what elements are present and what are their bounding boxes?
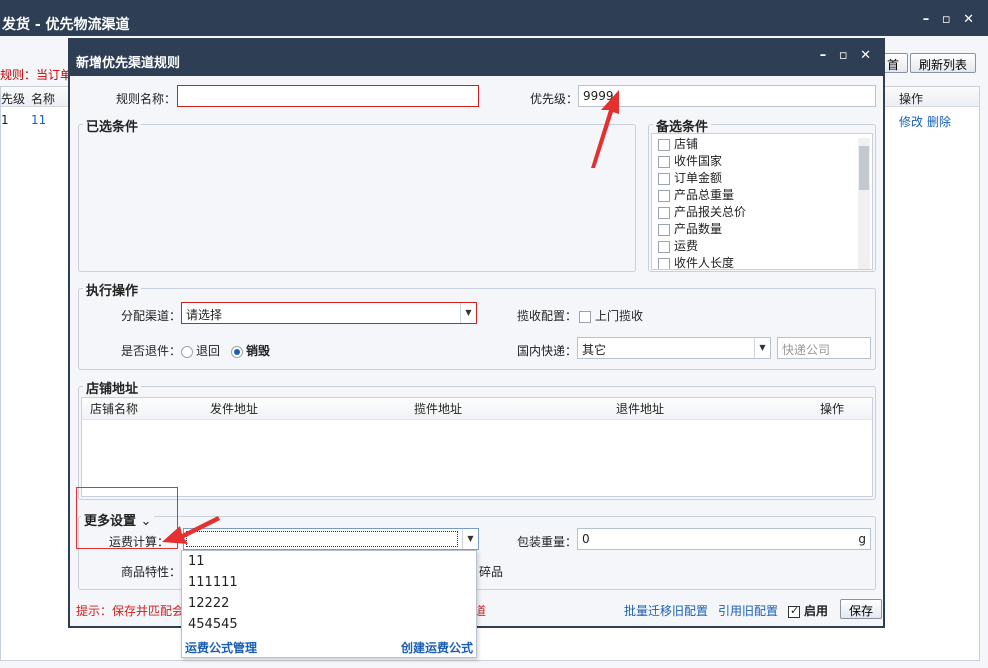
refresh-list-button[interactable]: 刷新列表 <box>910 53 977 73</box>
scrollbar-thumb[interactable] <box>859 146 869 190</box>
return-label: 是否退件： <box>121 344 182 358</box>
freight-formula-manage-link[interactable]: 运费公式管理 <box>185 639 257 656</box>
row-priority: 1 <box>1 113 9 127</box>
execute-title: 执行操作 <box>83 280 142 299</box>
enable-checkbox[interactable] <box>788 604 800 618</box>
rule-name-label: 规则名称： <box>116 92 177 106</box>
reference-old-config-link[interactable]: 引用旧配置 <box>718 602 778 619</box>
dialog-window-controls[interactable]: – ▫ ✕ <box>820 48 875 63</box>
add-rule-dialog: 新增优先渠道规则 – ▫ ✕ 规则名称： 优先级： 9999 已选条件 备选条件… <box>68 38 885 628</box>
enable-toggle[interactable]: 启用 <box>788 602 828 619</box>
create-freight-formula-link[interactable]: 创建运费公式 <box>401 639 473 656</box>
condition-quantity[interactable]: 产品数量 <box>652 221 872 238</box>
candidate-conditions-panel: 备选条件 店铺 收件国家 订单金额 产品总重量 产品报关总价 产品数量 运费 收… <box>648 116 876 272</box>
condition-checkbox[interactable] <box>658 155 670 168</box>
chevron-down-icon: ▼ <box>462 529 478 549</box>
batch-migrate-link[interactable]: 批量迁移旧配置 <box>624 602 708 619</box>
condition-store[interactable]: 店铺 <box>652 136 872 153</box>
condition-checkbox[interactable] <box>658 223 670 236</box>
condition-checkbox[interactable] <box>658 240 670 253</box>
freight-option[interactable]: 454545 <box>182 614 476 635</box>
selected-conditions-title: 已选条件 <box>83 116 142 135</box>
channel-label: 分配渠道： <box>121 309 182 323</box>
condition-total-weight[interactable]: 产品总重量 <box>652 187 872 204</box>
pickup-label: 揽收配置： <box>517 309 578 323</box>
return-option-destroy[interactable]: 销毁 <box>231 342 270 359</box>
return-radio[interactable] <box>181 345 193 358</box>
condition-checkbox[interactable] <box>658 206 670 219</box>
destroy-radio[interactable] <box>231 345 243 358</box>
condition-recipient-length[interactable]: 收件人长度 <box>652 255 872 269</box>
row-name-link[interactable]: 11 <box>31 113 46 127</box>
pickup-checkbox[interactable] <box>579 310 591 323</box>
footer-tip: 提示：保存并匹配会 <box>76 604 185 618</box>
priority-input[interactable]: 9999 <box>578 85 876 107</box>
product-feature-label: 商品特性： <box>121 565 182 579</box>
dialog-titlebar: 新增优先渠道规则 – ▫ ✕ <box>70 40 883 76</box>
freight-option[interactable]: 11 <box>182 551 476 572</box>
condition-order-amount[interactable]: 订单金额 <box>652 170 872 187</box>
package-weight-label: 包装重量： <box>517 535 578 549</box>
condition-declared-value[interactable]: 产品报关总价 <box>652 204 872 221</box>
outer-window-title: 发货 - 优先物流渠道 <box>2 17 130 33</box>
package-weight-input[interactable]: 0 g <box>577 528 871 550</box>
outer-rule-text: 规则：当订单 <box>0 68 73 82</box>
conditions-scrollbar[interactable] <box>858 138 870 269</box>
condition-freight[interactable]: 运费 <box>652 238 872 255</box>
rule-name-input[interactable] <box>177 85 479 107</box>
outer-titlebar: 发货 - 优先物流渠道 – ▫ ✕ <box>0 0 988 36</box>
candidate-conditions-list: 店铺 收件国家 订单金额 产品总重量 产品报关总价 产品数量 运费 收件人长度 <box>651 133 873 270</box>
col-pickup-address: 揽件地址 <box>414 402 463 416</box>
chevron-down-icon: ▼ <box>460 303 476 323</box>
condition-checkbox[interactable] <box>658 138 670 151</box>
return-option-back[interactable]: 退回 <box>181 342 220 359</box>
condition-checkbox[interactable] <box>658 189 670 202</box>
annotation-highlight-box <box>76 487 178 549</box>
freight-option[interactable]: 12222 <box>182 593 476 614</box>
col-store-name: 店铺名称 <box>90 402 139 416</box>
freight-focus-ring <box>186 531 458 547</box>
domestic-courier-select[interactable]: 其它 ▼ <box>577 337 771 359</box>
store-address-header: 店铺名称 发件地址 揽件地址 退件地址 操作 <box>82 398 872 420</box>
freight-options-dropdown: 11 111111 12222 454545 运费公式管理 创建运费公式 <box>181 550 477 658</box>
freight-calc-select[interactable]: ▼ <box>183 528 479 550</box>
header-actions: 操作 <box>899 92 924 106</box>
condition-country[interactable]: 收件国家 <box>652 153 872 170</box>
col-return-address: 退件地址 <box>616 402 665 416</box>
row-edit-link[interactable]: 修改 <box>899 113 923 130</box>
col-send-address: 发件地址 <box>210 402 259 416</box>
condition-checkbox[interactable] <box>658 172 670 185</box>
freight-dropdown-footer: 运费公式管理 创建运费公式 <box>182 637 476 657</box>
selected-conditions-panel: 已选条件 <box>78 116 636 272</box>
weight-unit: g <box>858 532 866 546</box>
store-address-table: 店铺名称 发件地址 揽件地址 退件地址 操作 <box>81 397 873 497</box>
product-feature-fragile: 碎品 <box>479 565 504 579</box>
pickup-option[interactable]: 上门揽收 <box>579 307 643 324</box>
col-actions: 操作 <box>820 402 845 416</box>
outer-window-controls[interactable]: – ▫ ✕ <box>923 12 978 27</box>
domestic-courier-label: 国内快递： <box>517 344 578 358</box>
priority-label: 优先级： <box>530 92 579 106</box>
row-delete-link[interactable]: 删除 <box>927 113 951 130</box>
store-address-panel: 店铺地址 店铺名称 发件地址 揽件地址 退件地址 操作 <box>78 378 876 500</box>
header-name: 名称 <box>31 92 56 106</box>
save-button[interactable]: 保存 <box>840 599 883 619</box>
condition-checkbox[interactable] <box>658 257 670 269</box>
header-priority: 先级 <box>1 92 26 106</box>
courier-company-input[interactable]: 快递公司 <box>777 337 871 359</box>
freight-option[interactable]: 111111 <box>182 572 476 593</box>
execute-panel: 执行操作 分配渠道： 请选择 ▼ 揽收配置： 上门揽收 是否退件： 退回 销毁 … <box>78 280 876 370</box>
store-address-title: 店铺地址 <box>83 378 142 397</box>
chevron-down-icon: ▼ <box>754 338 770 358</box>
dialog-title: 新增优先渠道规则 <box>76 56 181 71</box>
channel-select[interactable]: 请选择 ▼ <box>181 302 477 324</box>
